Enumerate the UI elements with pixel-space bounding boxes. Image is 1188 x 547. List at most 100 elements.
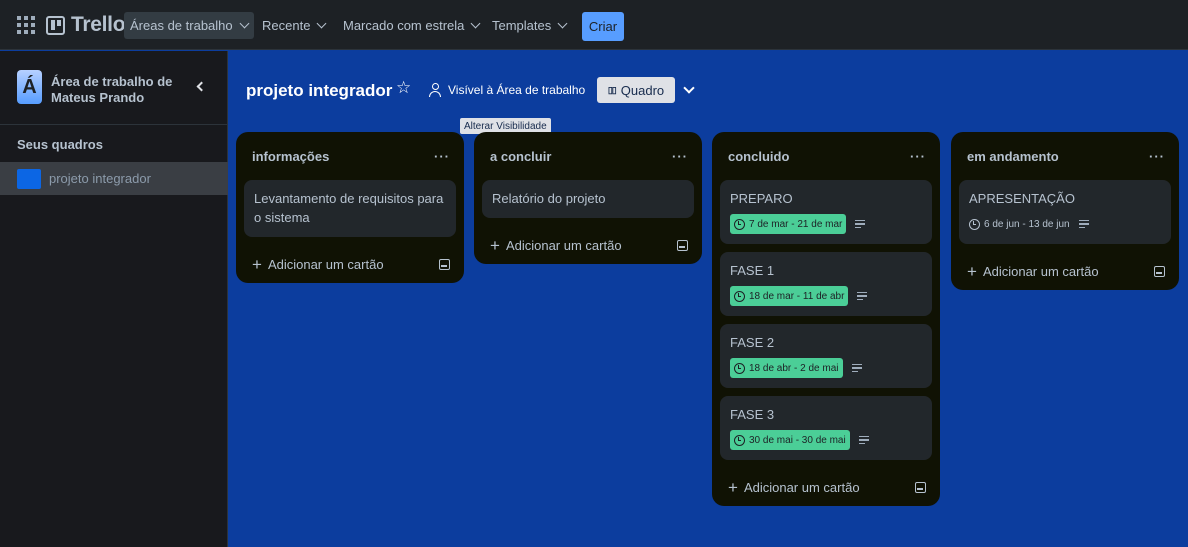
recent-menu[interactable]: Recente <box>256 12 331 39</box>
card[interactable]: Relatório do projeto <box>482 180 694 218</box>
due-date-badge[interactable]: 30 de mai - 30 de mai <box>730 430 850 450</box>
list-menu-icon[interactable]: ··· <box>434 149 450 164</box>
chevron-down-icon <box>470 18 481 29</box>
add-card-label: Adicionar um cartão <box>267 256 384 272</box>
card[interactable]: FASE 1 18 de mar - 11 de abr <box>720 252 932 316</box>
card-title: FASE 3 <box>730 407 775 422</box>
visibility-button[interactable]: Visível à Área de trabalho <box>428 78 585 102</box>
workspace-header: Á Área de trabalho de Mateus Prando <box>0 51 227 125</box>
chevron-down-icon <box>239 18 250 29</box>
list-informacoes: informações ··· Levantamento de requisit… <box>236 132 464 283</box>
board-thumbnail <box>17 168 41 189</box>
list-a-concluir: a concluir ··· Relatório do projeto + Adi… <box>474 132 702 264</box>
clock-icon <box>734 290 745 302</box>
workspace-sidebar: Á Área de trabalho de Mateus Prando Seus… <box>0 51 228 547</box>
templates-menu-label: Templates <box>492 18 552 33</box>
list-title[interactable]: concluido <box>728 149 789 164</box>
list-header: concluido ··· <box>712 132 940 180</box>
card[interactable]: FASE 3 30 de mai - 30 de mai <box>720 396 932 460</box>
add-card-label: Adicionar um cartão <box>982 263 1099 279</box>
list-menu-icon[interactable]: ··· <box>910 149 926 164</box>
trello-board-icon <box>46 15 65 35</box>
recent-menu-label: Recente <box>262 18 311 33</box>
list-title[interactable]: em andamento <box>967 149 1059 164</box>
sidebar-board-name: projeto integrador <box>49 171 151 186</box>
due-date-text: 30 de mai - 30 de mai <box>749 434 846 446</box>
clock-icon <box>734 362 745 374</box>
top-navigation: Trello Áreas de trabalho Recente Marcado… <box>0 0 1188 50</box>
card-title: Relatório do projeto <box>492 191 606 206</box>
card-badges: 18 de mar - 11 de abr <box>730 286 922 306</box>
templates-menu[interactable]: Templates <box>486 12 572 39</box>
due-date-badge[interactable]: 18 de mar - 11 de abr <box>730 286 849 306</box>
due-date-text: 18 de abr - 2 de mai <box>749 362 839 374</box>
card-badges: 18 de abr - 2 de mai <box>730 358 922 378</box>
your-boards-heading: Seus quadros <box>17 137 103 152</box>
card-title: FASE 2 <box>730 335 775 350</box>
visibility-label: Visível à Área de trabalho <box>448 83 586 97</box>
trello-logo[interactable]: Trello <box>46 13 126 37</box>
chevron-down-icon <box>557 18 568 29</box>
card-template-icon[interactable] <box>1154 265 1165 277</box>
description-icon <box>857 291 868 301</box>
description-icon <box>851 363 862 373</box>
board-view-button[interactable]: ▯▯ Quadro <box>597 77 675 103</box>
clock-icon <box>734 218 745 230</box>
card-badges: 7 de mar - 21 de mar <box>730 214 922 234</box>
starred-menu-label: Marcado com estrela <box>343 18 465 33</box>
chevron-down-icon[interactable] <box>683 82 695 94</box>
list-menu-icon[interactable]: ··· <box>1149 149 1165 164</box>
workspaces-menu-label: Áreas de trabalho <box>130 18 233 33</box>
list-title[interactable]: informações <box>252 149 329 164</box>
chevron-left-icon <box>196 81 207 91</box>
due-date-badge[interactable]: 6 de jun - 13 de jun <box>969 214 1070 234</box>
card-title: FASE 1 <box>730 263 775 278</box>
list-header: a concluir ··· <box>474 132 702 180</box>
card-template-icon[interactable] <box>677 239 688 251</box>
card[interactable]: FASE 2 18 de abr - 2 de mai <box>720 324 932 388</box>
due-date-text: 18 de mar - 11 de abr <box>749 290 845 302</box>
board-title[interactable]: projeto integrador <box>246 81 392 101</box>
plus-icon: + <box>728 477 738 497</box>
card-template-icon[interactable] <box>915 481 926 493</box>
card-title: PREPARO <box>730 191 793 206</box>
card[interactable]: Levantamento de requisitos para o sistem… <box>244 180 456 237</box>
list-menu-icon[interactable]: ··· <box>672 149 688 164</box>
card[interactable]: APRESENTAÇÃO 6 de jun - 13 de jun <box>959 180 1171 244</box>
sidebar-board-item[interactable]: projeto integrador <box>0 162 228 195</box>
starred-menu[interactable]: Marcado com estrela <box>337 12 485 39</box>
plus-icon: + <box>490 235 500 255</box>
list-header: informações ··· <box>236 132 464 180</box>
list-title[interactable]: a concluir <box>490 149 551 164</box>
workspaces-menu[interactable]: Áreas de trabalho <box>124 12 254 39</box>
add-card-button[interactable]: + Adicionar um cartão <box>951 252 1179 290</box>
create-button[interactable]: Criar <box>582 12 624 41</box>
due-date-badge[interactable]: 18 de abr - 2 de mai <box>730 358 843 378</box>
card[interactable]: PREPARO 7 de mar - 21 de mar <box>720 180 932 244</box>
people-icon <box>428 83 442 97</box>
description-icon <box>1078 219 1089 229</box>
workspace-avatar: Á <box>17 70 42 104</box>
app-switcher-icon[interactable] <box>14 13 38 37</box>
board-view-icon: ▯▯ <box>607 84 617 95</box>
add-card-button[interactable]: + Adicionar um cartão <box>474 226 702 264</box>
plus-icon: + <box>967 261 977 281</box>
clock-icon <box>734 434 745 446</box>
add-card-button[interactable]: + Adicionar um cartão <box>712 468 940 506</box>
workspace-name[interactable]: Área de trabalho de Mateus Prando <box>51 74 181 106</box>
board-view-label: Quadro <box>620 82 665 98</box>
collapse-sidebar-button[interactable] <box>192 78 208 94</box>
due-date-text: 7 de mar - 21 de mar <box>749 218 843 230</box>
list-concluido: concluido ··· PREPARO 7 de mar - 21 de m… <box>712 132 940 506</box>
add-card-label: Adicionar um cartão <box>505 237 622 253</box>
card-badges: 6 de jun - 13 de jun <box>969 214 1161 234</box>
add-card-button[interactable]: + Adicionar um cartão <box>236 245 464 283</box>
list-em-andamento: em andamento ··· APRESENTAÇÃO 6 de jun -… <box>951 132 1179 290</box>
chevron-down-icon <box>316 18 327 29</box>
clock-icon <box>969 218 980 230</box>
description-icon <box>855 219 866 229</box>
card-badges: 30 de mai - 30 de mai <box>730 430 922 450</box>
star-icon[interactable]: ☆ <box>396 78 411 98</box>
due-date-badge[interactable]: 7 de mar - 21 de mar <box>730 214 847 234</box>
card-template-icon[interactable] <box>439 258 450 270</box>
